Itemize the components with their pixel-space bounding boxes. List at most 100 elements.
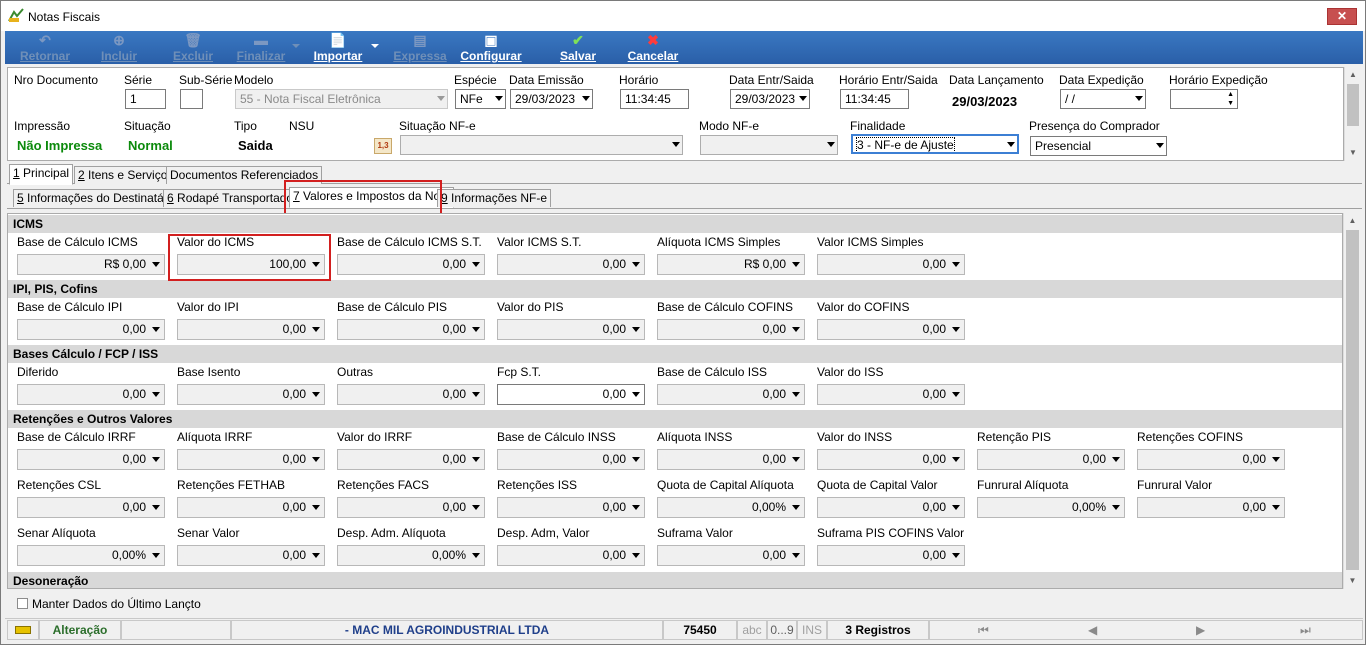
field-value-input[interactable]: 0,00 (817, 254, 965, 275)
finalizar-dropdown-arrow[interactable] (292, 44, 300, 48)
chevron-down-icon[interactable] (952, 505, 960, 510)
field-value-input[interactable]: 0,00 (177, 449, 325, 470)
first-record-icon[interactable]: ⏮ (978, 621, 989, 639)
tab-rodape-transportador[interactable]: 6 Rodapé Transportador (163, 189, 302, 207)
modo-nfe-select[interactable] (700, 135, 838, 155)
chevron-down-icon[interactable] (312, 553, 320, 558)
chevron-down-icon[interactable] (632, 262, 640, 267)
previous-record-icon[interactable]: ◀ (1088, 621, 1097, 639)
field-value-input[interactable]: 0,00 (497, 254, 645, 275)
importar-dropdown-arrow[interactable] (371, 44, 379, 48)
chevron-down-icon[interactable] (472, 457, 480, 462)
data-emissao-input[interactable]: 29/03/2023 (510, 89, 593, 109)
field-value-input[interactable]: 0,00% (657, 497, 805, 518)
content-scroll-thumb[interactable] (1346, 230, 1359, 570)
field-value-input[interactable]: 0,00% (977, 497, 1125, 518)
chevron-down-icon[interactable] (152, 505, 160, 510)
importar-button[interactable]: 📄 Importar (307, 31, 369, 64)
field-value-input[interactable]: 0,00 (17, 384, 165, 405)
field-value-input[interactable]: 0,00 (817, 497, 965, 518)
field-value-input[interactable]: 0,00 (177, 319, 325, 340)
field-value-input[interactable]: 0,00 (657, 319, 805, 340)
tab-informacoes-destinatario[interactable]: 5 Informações do Destinatário (13, 189, 182, 207)
chevron-down-icon[interactable] (152, 392, 160, 397)
last-record-icon[interactable]: ⏭ (1300, 621, 1311, 639)
content-scrollbar[interactable]: ▲ ▼ (1343, 213, 1361, 589)
field-value-input[interactable]: 0,00 (497, 384, 645, 405)
field-value-input[interactable]: 0,00 (817, 319, 965, 340)
chevron-down-icon[interactable] (952, 327, 960, 332)
field-value-input[interactable]: R$ 0,00 (17, 254, 165, 275)
horario-input[interactable]: 11:34:45 (620, 89, 689, 109)
serie-input[interactable]: 1 (125, 89, 166, 109)
chevron-down-icon[interactable] (792, 262, 800, 267)
field-value-input[interactable]: 0,00 (497, 497, 645, 518)
data-entr-input[interactable]: 29/03/2023 (730, 89, 810, 109)
field-value-input[interactable]: R$ 0,00 (657, 254, 805, 275)
field-value-input[interactable]: 0,00 (17, 449, 165, 470)
chevron-down-icon[interactable] (472, 505, 480, 510)
checkbox-box[interactable] (17, 598, 28, 609)
chevron-down-icon[interactable] (312, 327, 320, 332)
field-value-input[interactable]: 0,00 (817, 384, 965, 405)
chevron-down-icon[interactable] (472, 553, 480, 558)
chevron-down-icon[interactable] (792, 327, 800, 332)
subserie-input[interactable] (180, 89, 203, 109)
presenca-select[interactable]: Presencial (1030, 136, 1167, 156)
chevron-down-icon[interactable] (792, 553, 800, 558)
header-scrollbar[interactable]: ▲ ▼ (1344, 67, 1361, 161)
chevron-down-icon[interactable] (792, 457, 800, 462)
field-value-input[interactable]: 0,00 (177, 545, 325, 566)
scroll-up-icon[interactable]: ▲ (1344, 213, 1361, 229)
field-value-input[interactable]: 0,00 (17, 319, 165, 340)
salvar-button[interactable]: ✔ Salvar (555, 31, 601, 64)
tab-informacoes-nfe[interactable]: 9 Informações NF-e (437, 189, 552, 207)
chevron-down-icon[interactable] (312, 457, 320, 462)
horario-expedicao-input[interactable]: ▲ ▼ (1170, 89, 1238, 109)
especie-select[interactable]: NFe (455, 89, 506, 109)
chevron-down-icon[interactable] (472, 392, 480, 397)
field-value-input[interactable]: 0,00 (337, 384, 485, 405)
configurar-button[interactable]: ▣ Configurar (459, 31, 523, 64)
chevron-down-icon[interactable] (472, 262, 480, 267)
horario-entr-input[interactable]: 11:34:45 (840, 89, 909, 109)
field-value-input[interactable]: 0,00 (657, 545, 805, 566)
field-value-input[interactable]: 0,00 (657, 384, 805, 405)
chevron-down-icon[interactable] (152, 327, 160, 332)
nsu-lookup-icon[interactable]: 1,3 (374, 138, 392, 154)
field-value-input[interactable]: 0,00 (1137, 449, 1285, 470)
finalizar-button[interactable]: ▬ Finalizar (233, 31, 289, 64)
field-value-input[interactable]: 0,00 (177, 384, 325, 405)
field-value-input[interactable]: 0,00 (337, 254, 485, 275)
manter-dados-checkbox[interactable]: Manter Dados do Último Lançto (17, 597, 201, 611)
scroll-down-icon[interactable]: ▼ (1344, 573, 1361, 589)
incluir-button[interactable]: ⊕ Incluir (93, 31, 145, 64)
field-value-input[interactable]: 0,00 (17, 497, 165, 518)
chevron-down-icon[interactable] (312, 392, 320, 397)
excluir-button[interactable]: 🗑 Excluir (167, 31, 219, 64)
chevron-down-icon[interactable] (632, 327, 640, 332)
chevron-down-icon[interactable] (952, 262, 960, 267)
chevron-down-icon[interactable] (952, 392, 960, 397)
field-value-input[interactable]: 0,00 (337, 449, 485, 470)
field-value-input[interactable]: 0,00 (497, 319, 645, 340)
chevron-down-icon[interactable] (1112, 505, 1120, 510)
chevron-down-icon[interactable] (472, 327, 480, 332)
chevron-down-icon[interactable] (792, 505, 800, 510)
field-value-input[interactable]: 0,00 (497, 449, 645, 470)
chevron-down-icon[interactable] (632, 553, 640, 558)
field-value-input[interactable]: 0,00 (1137, 497, 1285, 518)
chevron-down-icon[interactable] (1112, 457, 1120, 462)
field-value-input[interactable]: 0,00% (337, 545, 485, 566)
chevron-down-icon[interactable] (952, 457, 960, 462)
tab-principal[interactable]: 1 Principal (9, 164, 74, 185)
next-record-icon[interactable]: ▶ (1196, 621, 1205, 639)
retornar-button[interactable]: ↶ Retornar (15, 31, 75, 64)
header-scroll-thumb[interactable] (1347, 84, 1359, 126)
close-button[interactable]: ✕ (1327, 8, 1357, 25)
modelo-select[interactable]: 55 - Nota Fiscal Eletrônica (235, 89, 448, 109)
chevron-down-icon[interactable] (1272, 457, 1280, 462)
tab-itens-servicos[interactable]: 2 Itens e Serviços (74, 166, 178, 184)
chevron-down-icon[interactable] (952, 553, 960, 558)
chevron-down-icon[interactable] (632, 392, 640, 397)
